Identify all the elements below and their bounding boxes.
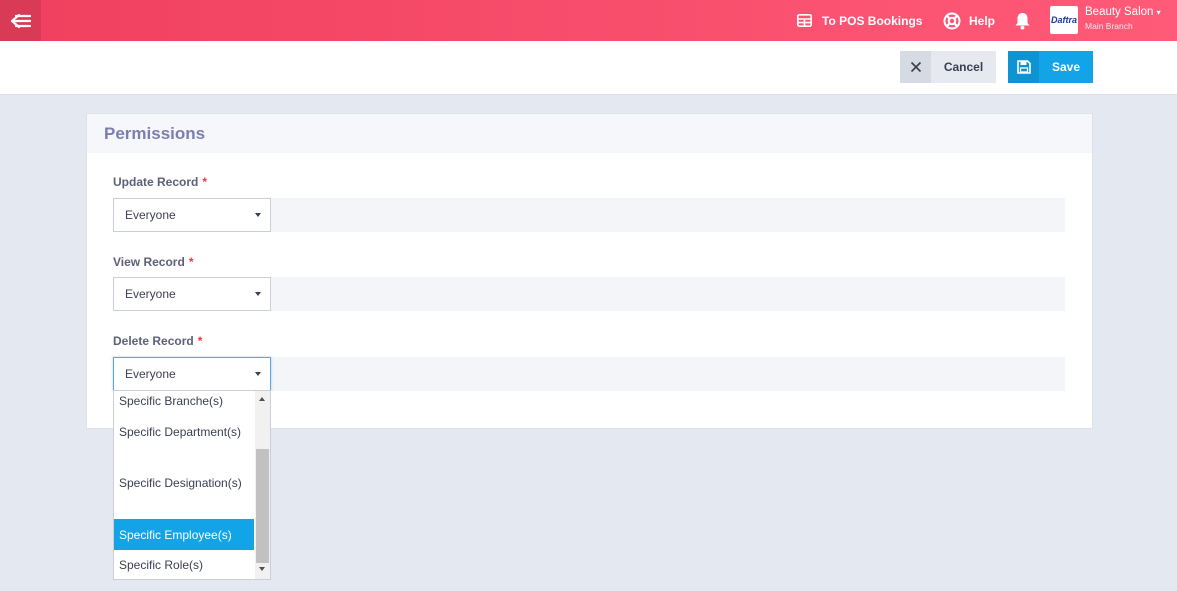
dropdown-option[interactable]: Specific Department(s) <box>114 422 254 442</box>
required-mark: * <box>197 334 203 348</box>
pos-bookings-link[interactable]: To POS Bookings <box>797 0 922 41</box>
caret-down-icon <box>255 372 261 376</box>
view-record-select[interactable]: Everyone <box>113 277 271 311</box>
logo-text: Daftra <box>1050 15 1077 25</box>
grid-icon <box>797 14 812 27</box>
help-label: Help <box>969 13 996 28</box>
scroll-down-arrow-icon[interactable] <box>259 567 265 571</box>
brand-name-row: Beauty Salon ▾ <box>1085 6 1161 19</box>
company-logo: Daftra <box>1050 6 1078 34</box>
view-record-label: View Record * <box>113 255 193 269</box>
notifications-button[interactable] <box>1014 0 1031 41</box>
scrollbar-thumb[interactable] <box>256 449 269 563</box>
delete-record-value: Everyone <box>125 367 176 381</box>
view-record-value: Everyone <box>125 287 176 301</box>
cancel-button[interactable]: Cancel <box>900 51 996 83</box>
cancel-label: Cancel <box>943 60 984 74</box>
top-bar: To POS Bookings Help Daftra Beauty Salon… <box>0 0 1177 41</box>
update-record-label-text: Update Record <box>113 175 199 189</box>
delete-record-select[interactable]: Everyone <box>113 357 271 391</box>
dropdown-option[interactable]: Specific Branche(s) <box>114 391 254 411</box>
dropdown-scrollbar[interactable] <box>255 391 270 579</box>
branch-name: Main Branch <box>1085 21 1133 31</box>
help-link[interactable]: Help <box>943 0 995 41</box>
save-label: Save <box>1051 60 1081 74</box>
save-button[interactable]: Save <box>1008 51 1093 83</box>
update-record-value: Everyone <box>125 208 176 222</box>
required-mark: * <box>202 175 208 189</box>
delete-record-label-text: Delete Record <box>113 334 194 348</box>
view-record-label-text: View Record <box>113 255 185 269</box>
panel-title: Permissions <box>104 123 206 143</box>
pos-bookings-label: To POS Bookings <box>822 13 923 28</box>
chevron-down-icon: ▾ <box>1156 8 1161 17</box>
dropdown-option[interactable]: Specific Designation(s) <box>114 473 254 493</box>
action-bar: Cancel Save <box>0 41 1177 95</box>
lifebuoy-icon <box>943 12 961 29</box>
brand-name: Beauty Salon <box>1085 6 1154 18</box>
delete-record-label: Delete Record * <box>113 334 202 348</box>
delete-record-dropdown-list[interactable]: Specific Branche(s) Specific Department(… <box>113 390 271 580</box>
required-mark: * <box>188 255 194 269</box>
floppy-disk-icon <box>1008 51 1039 83</box>
dropdown-option-highlighted[interactable]: Specific Employee(s) <box>114 519 254 550</box>
dropdown-option[interactable]: Specific Role(s) <box>114 555 254 575</box>
caret-down-icon <box>255 213 261 217</box>
panel-header: Permissions <box>87 114 1092 153</box>
account-info: Beauty Salon ▾ Main Branch <box>1085 6 1161 34</box>
close-icon <box>900 51 931 83</box>
back-menu-icon <box>10 13 31 28</box>
caret-down-icon <box>255 292 261 296</box>
account-menu[interactable]: Daftra Beauty Salon ▾ Main Branch <box>1050 6 1161 34</box>
scroll-up-arrow-icon[interactable] <box>259 397 265 401</box>
menu-toggle-button[interactable] <box>0 0 41 41</box>
update-record-label: Update Record * <box>113 175 207 189</box>
bell-icon <box>1015 12 1030 29</box>
update-record-select[interactable]: Everyone <box>113 198 271 232</box>
permissions-panel: Permissions Update Record * Everyone View… <box>86 113 1093 429</box>
